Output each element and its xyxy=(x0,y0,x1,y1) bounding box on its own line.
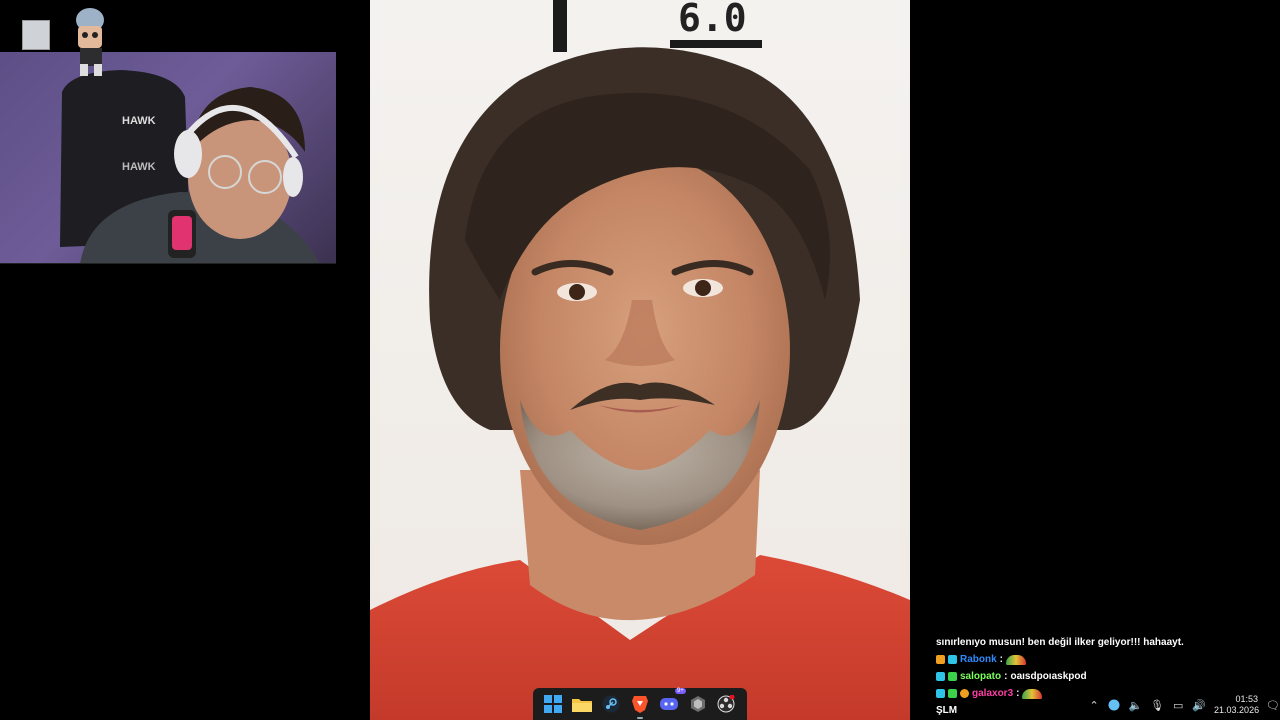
mugshot-portrait xyxy=(370,0,910,720)
chevron-up-icon[interactable]: ⌃ xyxy=(1088,698,1100,712)
network-icon[interactable]: ▭ xyxy=(1172,698,1184,712)
emote-icon xyxy=(1022,688,1043,699)
badge-icon xyxy=(936,655,945,664)
mugshot-image: 6.0 xyxy=(370,0,910,720)
badge-icon xyxy=(936,689,945,698)
steam-tray-icon[interactable] xyxy=(1108,698,1120,712)
badge-icon xyxy=(936,672,945,681)
obs-icon[interactable] xyxy=(715,693,737,715)
speaker-icon[interactable]: 🔈 xyxy=(1128,698,1142,712)
chat-message: oaısdpoıaskpod xyxy=(1010,671,1087,682)
active-indicator xyxy=(636,717,643,719)
chat-line: sınırlenıyo musun! ben değil ilker geliy… xyxy=(936,634,1280,651)
file-explorer-icon[interactable] xyxy=(571,693,593,715)
steam-icon[interactable] xyxy=(600,693,622,715)
chat-username: galaxor3 xyxy=(972,688,1014,699)
microphone-icon[interactable]: 🎙 xyxy=(1150,698,1164,712)
discord-icon[interactable]: 9+ xyxy=(658,688,686,715)
badge-icon xyxy=(960,689,969,698)
measurement-label: 6.0 xyxy=(678,0,747,40)
chat-message: ŞLM xyxy=(936,705,958,716)
chat-line: Rabonk : xyxy=(936,651,1280,668)
chat-username: salopato xyxy=(960,671,1002,682)
webcam-feed: HAWK HAWK xyxy=(60,70,320,263)
taskbar: 9+ xyxy=(533,688,747,720)
streamer-webcam: HAWK HAWK xyxy=(0,52,336,264)
app-icon[interactable] xyxy=(687,693,709,715)
windows-start-icon[interactable] xyxy=(542,693,564,715)
chat-separator: : xyxy=(999,654,1004,665)
notification-icon[interactable]: 🗨 xyxy=(1266,698,1280,712)
emote-icon xyxy=(1006,654,1027,665)
badge-icon xyxy=(948,655,957,664)
chat-line: salopato : oaısdpoıaskpod xyxy=(936,668,1280,685)
clock-time: 01:53 xyxy=(1235,694,1259,704)
chat-username: Rabonk xyxy=(960,654,997,665)
chat-message: sınırlenıyo musun! ben değil ilker geliy… xyxy=(936,637,1184,648)
clock[interactable]: 01:53 21.03.2026 xyxy=(1214,694,1260,716)
badge-icon xyxy=(948,689,957,698)
clock-date: 21.03.2026 xyxy=(1214,705,1260,715)
chat-separator: : xyxy=(1004,671,1008,682)
discord-badge: 9+ xyxy=(674,688,686,694)
svg-text:HAWK: HAWK xyxy=(122,161,156,173)
character-avatar-icon xyxy=(76,8,104,76)
system-tray: ⌃ 🔈 🎙 ▭ 🔊 01:53 21.03.2026 🗨 xyxy=(1082,690,1280,720)
volume-icon[interactable]: 🔊 xyxy=(1192,698,1206,712)
badge-icon xyxy=(948,672,957,681)
svg-text:HAWK: HAWK xyxy=(122,115,156,127)
thumbnail-image xyxy=(22,20,50,50)
brave-browser-icon[interactable] xyxy=(629,693,651,719)
chat-separator: : xyxy=(1016,688,1020,699)
